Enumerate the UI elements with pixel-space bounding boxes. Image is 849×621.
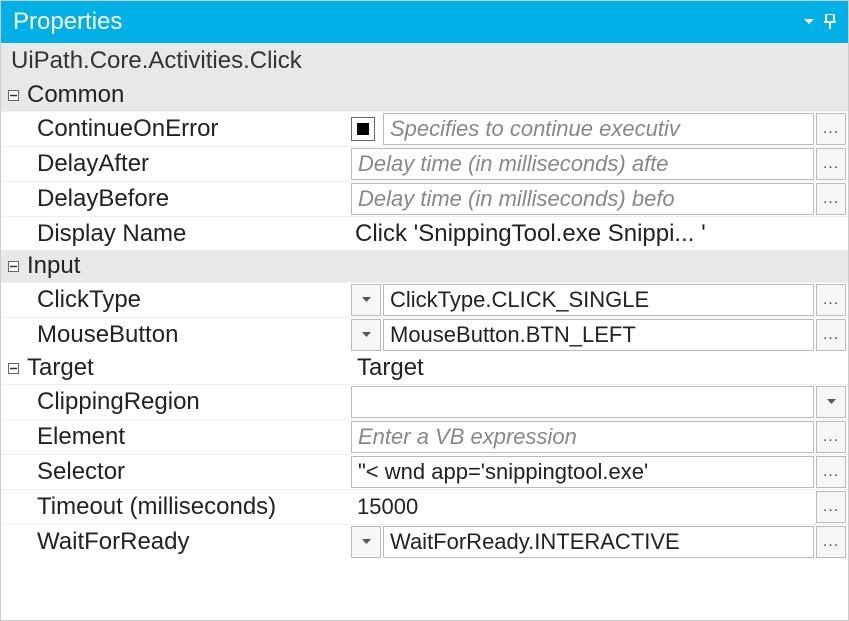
prop-display-name: Display Name Click 'SnippingTool.exe Sni… — [1, 216, 848, 250]
category-common-label: Common — [27, 81, 124, 109]
prop-label: ClickType — [1, 283, 351, 317]
wait-for-ready-input[interactable]: WaitForReady.INTERACTIVE — [383, 526, 814, 558]
category-target[interactable]: Target Target — [1, 352, 848, 384]
collapse-icon[interactable] — [5, 87, 21, 103]
prop-label: ContinueOnError — [1, 112, 351, 146]
prop-label: ClippingRegion — [1, 385, 351, 419]
category-input[interactable]: Input — [1, 250, 848, 282]
ellipsis-button[interactable]: ... — [816, 113, 846, 145]
dropdown-button[interactable] — [351, 526, 381, 558]
prop-label: Selector — [1, 455, 351, 489]
element-input[interactable]: Enter a VB expression — [351, 421, 814, 453]
continue-on-error-input[interactable]: Specifies to continue executiv — [383, 113, 814, 145]
prop-label: Element — [1, 420, 351, 454]
panel-titlebar: Properties — [1, 1, 848, 43]
delay-after-input[interactable]: Delay time (in milliseconds) afte — [351, 148, 814, 180]
activity-class-name: UiPath.Core.Activities.Click — [1, 43, 848, 79]
category-target-label: Target — [27, 354, 353, 382]
pin-icon[interactable] — [824, 14, 836, 30]
prop-delay-after: DelayAfter Delay time (in milliseconds) … — [1, 146, 848, 181]
prop-label: Display Name — [1, 217, 351, 250]
dropdown-button[interactable] — [816, 386, 846, 418]
timeout-input[interactable]: 15000 — [351, 491, 814, 523]
ellipsis-button[interactable]: ... — [816, 526, 846, 558]
ellipsis-button[interactable]: ... — [816, 456, 846, 488]
prop-timeout: Timeout (milliseconds) 15000 ... — [1, 489, 848, 524]
mouse-button-input[interactable]: MouseButton.BTN_LEFT — [383, 319, 814, 351]
continue-on-error-checkbox[interactable] — [351, 117, 375, 141]
prop-element: Element Enter a VB expression ... — [1, 419, 848, 454]
prop-selector: Selector "< wnd app='snippingtool.exe' .… — [1, 454, 848, 489]
collapse-icon[interactable] — [5, 258, 21, 274]
prop-continue-on-error: ContinueOnError Specifies to continue ex… — [1, 111, 848, 146]
prop-label: DelayBefore — [1, 182, 351, 216]
panel-title: Properties — [13, 8, 122, 36]
display-name-value[interactable]: Click 'SnippingTool.exe Snippi... ' — [351, 220, 846, 248]
target-value: Target — [353, 354, 844, 382]
ellipsis-button[interactable]: ... — [816, 319, 846, 351]
dropdown-button[interactable] — [351, 284, 381, 316]
click-type-input[interactable]: ClickType.CLICK_SINGLE — [383, 284, 814, 316]
panel-options-dropdown-icon[interactable] — [804, 19, 814, 25]
prop-label: MouseButton — [1, 318, 351, 352]
ellipsis-button[interactable]: ... — [816, 491, 846, 523]
prop-click-type: ClickType ClickType.CLICK_SINGLE ... — [1, 282, 848, 317]
prop-delay-before: DelayBefore Delay time (in milliseconds)… — [1, 181, 848, 216]
ellipsis-button[interactable]: ... — [816, 148, 846, 180]
delay-before-input[interactable]: Delay time (in milliseconds) befo — [351, 183, 814, 215]
selector-input[interactable]: "< wnd app='snippingtool.exe' — [351, 456, 814, 488]
prop-clipping-region: ClippingRegion — [1, 384, 848, 419]
prop-mouse-button: MouseButton MouseButton.BTN_LEFT ... — [1, 317, 848, 352]
clipping-region-input[interactable] — [351, 386, 814, 418]
ellipsis-button[interactable]: ... — [816, 183, 846, 215]
prop-label: DelayAfter — [1, 147, 351, 181]
collapse-icon[interactable] — [5, 360, 21, 376]
category-input-label: Input — [27, 252, 80, 280]
prop-wait-for-ready: WaitForReady WaitForReady.INTERACTIVE ..… — [1, 524, 848, 559]
prop-label: Timeout (milliseconds) — [1, 490, 351, 524]
prop-label: WaitForReady — [1, 525, 351, 559]
category-common[interactable]: Common — [1, 79, 848, 111]
ellipsis-button[interactable]: ... — [816, 421, 846, 453]
ellipsis-button[interactable]: ... — [816, 284, 846, 316]
dropdown-button[interactable] — [351, 319, 381, 351]
